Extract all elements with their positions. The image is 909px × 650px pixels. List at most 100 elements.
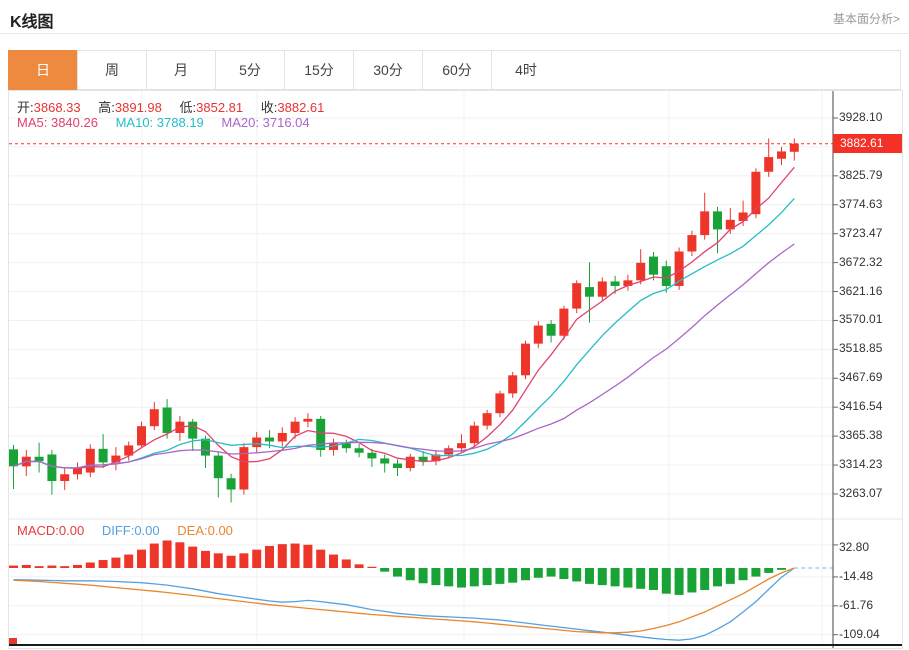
macd-bar (444, 568, 453, 586)
macd-bar (751, 568, 760, 577)
tab-60min[interactable]: 60分 (422, 50, 492, 90)
macd-bar (739, 568, 748, 580)
macd-bar (252, 550, 261, 568)
macd-value: 0.00 (59, 523, 84, 538)
macd-bar (393, 568, 402, 577)
price-tick-label: 3518.85 (839, 341, 882, 355)
interval-tabbar: 日 周 月 5分 15分 30分 60分 4时 (8, 50, 901, 90)
candle-body (86, 449, 95, 473)
macd-bar (201, 551, 210, 568)
macd-bar (623, 568, 632, 588)
macd-bar (700, 568, 709, 590)
chart-scrollbar[interactable] (9, 644, 902, 646)
candle-body (393, 464, 402, 469)
macd-bar (214, 553, 223, 568)
tab-5min[interactable]: 5分 (215, 50, 285, 90)
price-tick-label: 3416.54 (839, 399, 882, 413)
candle-body (764, 157, 773, 172)
low-value: 3852.81 (196, 100, 243, 115)
candle-body (585, 287, 594, 297)
candle-body (508, 375, 517, 393)
macd-bar (521, 568, 530, 580)
candle-body (355, 448, 364, 453)
macd-info-row: MACD:0.00 DIFF:0.00 DEA:0.00 (17, 523, 233, 538)
macd-bar (687, 568, 696, 592)
price-tick-label: 3825.79 (839, 168, 882, 182)
macd-bar (585, 568, 594, 584)
candle-body (73, 468, 82, 474)
macd-tick-label: -61.76 (839, 598, 873, 612)
candle-body (687, 235, 696, 251)
macd-bar (175, 542, 184, 568)
ma5-label: MA5: (17, 115, 47, 130)
macd-bar (611, 568, 620, 586)
macd-bar (367, 567, 376, 568)
low-label: 低: (180, 100, 197, 115)
macd-bar (278, 544, 287, 568)
price-tick-label: 3723.47 (839, 226, 882, 240)
tab-30min[interactable]: 30分 (353, 50, 423, 90)
macd-bar (73, 565, 82, 568)
candle-body (163, 408, 172, 433)
macd-bar (265, 546, 274, 568)
macd-bar (534, 568, 543, 578)
macd-bar (99, 560, 108, 568)
current-price-badge: 3882.61 (833, 134, 902, 153)
macd-bar (355, 564, 364, 568)
macd-bar (457, 568, 466, 588)
candle-body (291, 422, 300, 433)
macd-bar (419, 568, 428, 583)
close-value: 3882.61 (277, 100, 324, 115)
open-label: 开: (17, 100, 34, 115)
ma10-line (14, 198, 795, 468)
macd-bar (726, 568, 735, 584)
ohlc-info-row: 开:3868.33 高:3891.98 低:3852.81 收:3882.61 (17, 97, 324, 116)
diff-value: 0.00 (134, 523, 159, 538)
tab-daily[interactable]: 日 (8, 50, 78, 90)
price-tick-label: 3928.10 (839, 110, 882, 124)
diff-label: DIFF: (102, 523, 135, 538)
macd-tick-label: -14.48 (839, 569, 873, 583)
macd-bar (137, 550, 146, 568)
tab-4hour[interactable]: 4时 (491, 50, 561, 90)
dea-label: DEA: (177, 523, 207, 538)
tab-15min[interactable]: 15分 (284, 50, 354, 90)
candle-body (303, 419, 312, 422)
price-tick-label: 3467.69 (839, 370, 882, 384)
candle-body (367, 453, 376, 459)
candle-body (713, 211, 722, 229)
candle-body (495, 393, 504, 413)
ma-info-row: MA5: 3840.26 MA10: 3788.19 MA20: 3716.04 (17, 115, 310, 130)
kline-chart-canvas[interactable] (9, 91, 902, 648)
high-value: 3891.98 (115, 100, 162, 115)
candle-body (201, 439, 210, 456)
macd-bar (470, 568, 479, 586)
dea-value: 0.00 (208, 523, 233, 538)
tab-monthly[interactable]: 月 (146, 50, 216, 90)
candle-body (406, 457, 415, 468)
candle-body (99, 449, 108, 463)
candle-body (470, 426, 479, 444)
kline-page: K线图 基本面分析> 日 周 月 5分 15分 30分 60分 4时 开:386… (0, 0, 909, 650)
macd-bar (329, 555, 338, 568)
macd-bar (572, 568, 581, 581)
macd-bar (431, 568, 440, 585)
tab-weekly[interactable]: 周 (77, 50, 147, 90)
chart-scrollbar-handle[interactable] (9, 638, 17, 644)
candle-body (521, 344, 530, 376)
macd-bar (163, 540, 172, 568)
macd-bar (547, 568, 556, 577)
price-tick-label: 3314.23 (839, 457, 882, 471)
macd-bar (662, 568, 671, 594)
candle-body (278, 433, 287, 441)
page-title: K线图 (10, 8, 54, 32)
fundamental-analysis-link[interactable]: 基本面分析> (833, 10, 900, 27)
candle-body (47, 454, 56, 481)
close-label: 收: (261, 100, 278, 115)
candle-body (265, 438, 274, 442)
macd-bar (47, 566, 56, 568)
macd-bar (495, 568, 504, 584)
ma-lines-layer (14, 167, 795, 468)
macd-bar (316, 550, 325, 568)
candle-body (60, 474, 69, 481)
